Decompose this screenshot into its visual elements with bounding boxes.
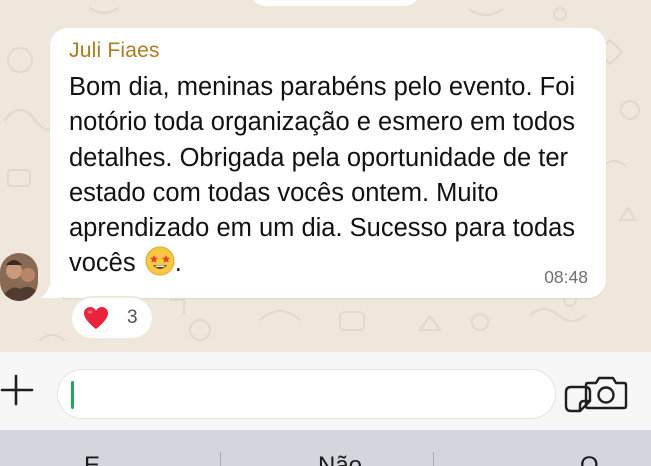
- suggestion-divider: [433, 452, 434, 466]
- reaction-pill[interactable]: 3: [72, 298, 152, 338]
- message-body-end: .: [174, 249, 182, 278]
- sender-name[interactable]: Juli Fiaes: [69, 39, 160, 63]
- previous-message-bubble: [250, 0, 420, 6]
- sender-avatar[interactable]: [0, 253, 38, 301]
- bubble-tail: [40, 276, 62, 298]
- suggestion-2[interactable]: Não: [318, 452, 362, 466]
- message-time: 08:48: [544, 267, 588, 287]
- text-caret: [71, 381, 74, 409]
- reaction-count: 3: [127, 307, 138, 328]
- suggestion-1[interactable]: E: [84, 452, 100, 466]
- message-input[interactable]: [57, 369, 592, 419]
- star-struck-emoji: [145, 246, 175, 286]
- suggestion-3[interactable]: O: [580, 452, 599, 466]
- suggestion-divider: [220, 452, 221, 466]
- red-heart-icon: [84, 307, 108, 329]
- composer-bar: [0, 352, 651, 430]
- message-bubble[interactable]: Juli Fiaes Bom dia, meninas parabéns pel…: [40, 28, 606, 298]
- keyboard-suggestions: E Não O: [0, 430, 651, 466]
- message-text: Bom dia, meninas parabéns pelo evento. F…: [69, 70, 594, 287]
- plus-icon[interactable]: [0, 372, 36, 408]
- camera-icon[interactable]: [584, 374, 628, 410]
